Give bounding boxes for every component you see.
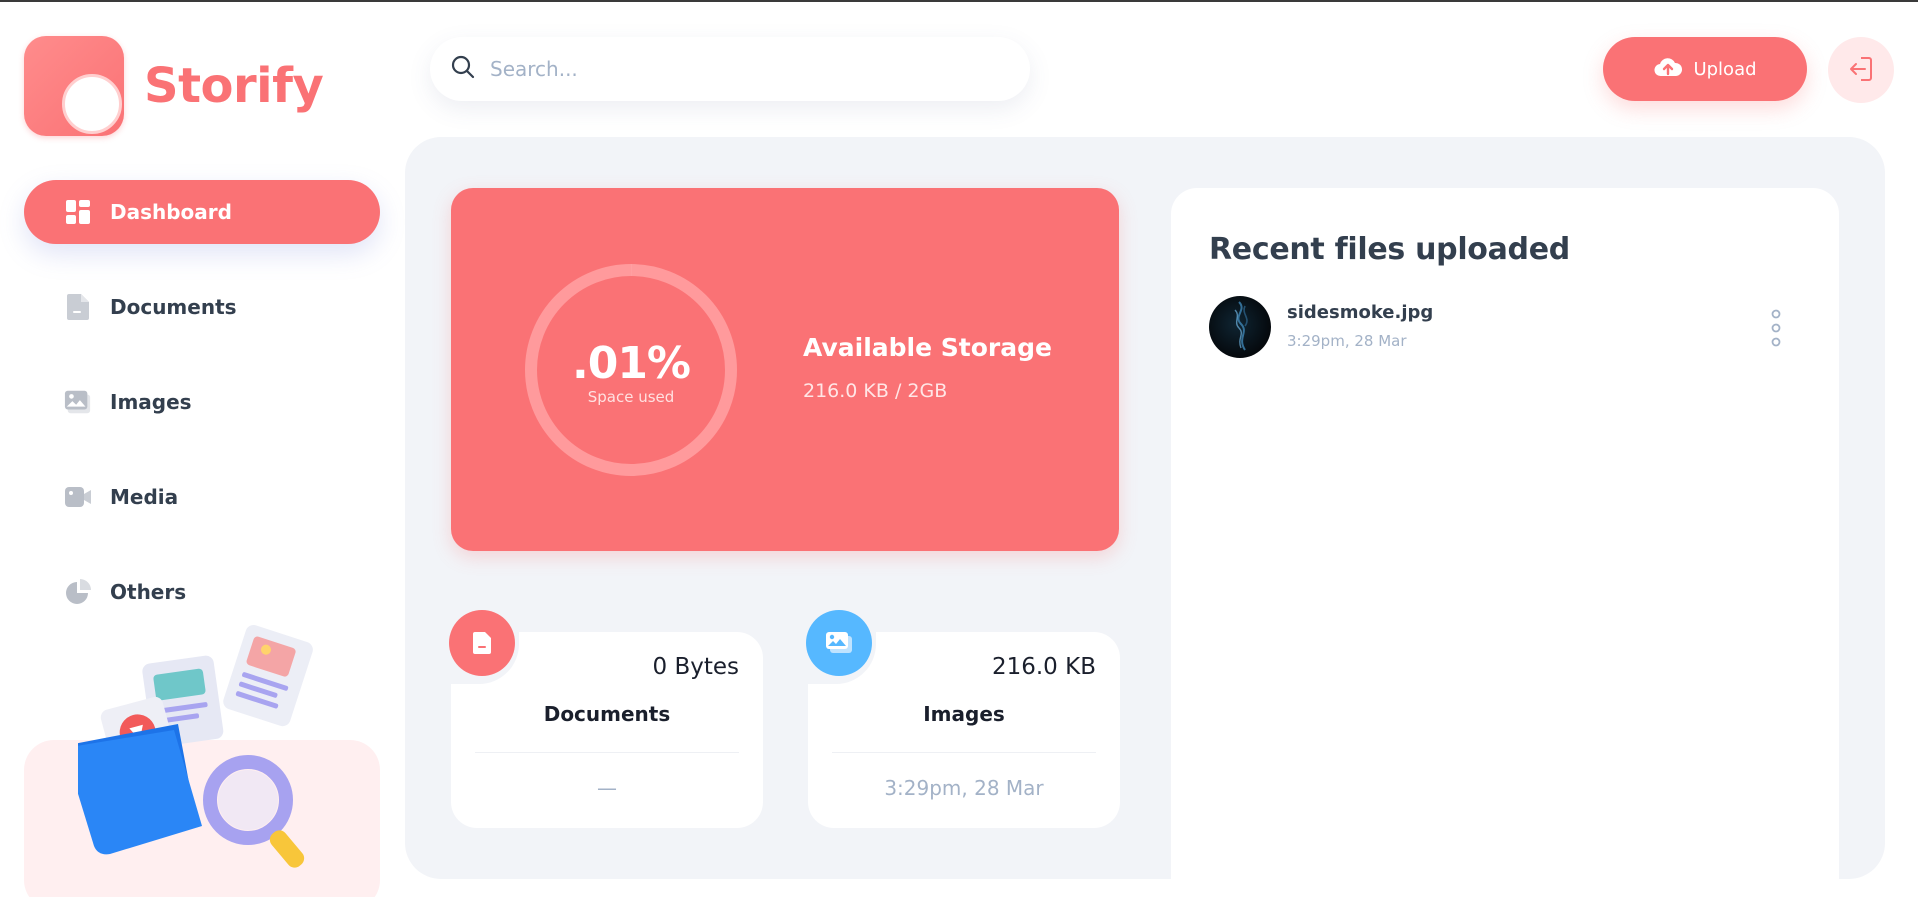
storage-percent-caption: Space used [587,388,675,406]
sidebar-item-media[interactable]: Media [24,465,380,529]
summary-title: Images [923,702,1005,726]
sidebar-item-dashboard[interactable]: Dashboard [24,180,380,244]
sidebar-item-label: Others [110,580,187,604]
sidebar-item-documents[interactable]: Documents [24,275,380,339]
summary-date: 3:29pm, 28 Mar [884,776,1044,800]
upload-button-label: Upload [1693,58,1757,80]
available-storage-title: Available Storage [803,333,1052,362]
summary-date: — [597,776,617,800]
document-icon [449,610,515,676]
logo-mark-icon [24,36,124,136]
storage-summary-card: .01% Space used Available Storage 216.0 … [451,188,1119,551]
sidebar-item-others[interactable]: Others [24,560,380,624]
images-icon [64,388,92,416]
storage-percent: .01% [571,338,691,389]
summary-card-documents[interactable]: 0 Bytes Documents — [447,610,763,828]
available-storage-value: 216.0 KB / 2GB [803,380,948,402]
sidebar-item-label: Images [110,390,192,414]
upload-button[interactable]: Upload [1603,37,1807,101]
recent-files-title: Recent files uploaded [1209,232,1570,267]
summary-card-images[interactable]: 216.0 KB Images 3:29pm, 28 Mar [804,610,1120,828]
file-date: 3:29pm, 28 Mar [1287,332,1407,350]
summary-divider [475,752,739,753]
video-icon [64,483,92,511]
sidebar-item-label: Dashboard [110,200,232,224]
file-thumbnail [1209,296,1271,358]
recent-file-item[interactable]: sidesmoke.jpg 3:29pm, 28 Mar [1209,296,1791,360]
sidebar-item-images[interactable]: Images [24,370,380,434]
logout-icon [1847,55,1875,86]
search-icon [450,54,476,84]
sidebar-item-label: Media [110,485,179,509]
more-vertical-icon[interactable] [1769,308,1783,348]
cloud-upload-icon [1653,56,1683,83]
sidebar-nav: Dashboard Documents Images Media Others [24,180,380,655]
brand-logo[interactable]: Storify [24,36,324,136]
dashboard-icon [64,198,92,226]
logout-button[interactable] [1828,37,1894,103]
summary-divider [832,752,1096,753]
documents-icon [64,293,92,321]
summary-size: 0 Bytes [652,654,740,680]
image-icon [806,610,872,676]
summary-size: 216.0 KB [991,654,1096,680]
summary-title: Documents [543,702,671,726]
search-bar[interactable] [430,37,1030,101]
folder-search-illustration [78,625,313,868]
window-top-border [0,0,1918,2]
brand-name: Storify [144,58,324,114]
search-input[interactable] [490,57,970,81]
sidebar-item-label: Documents [110,295,237,319]
file-name: sidesmoke.jpg [1287,302,1434,323]
pie-chart-icon [64,578,92,606]
recent-files-panel: Recent files uploaded sidesmoke.jpg 3:29… [1171,188,1839,897]
